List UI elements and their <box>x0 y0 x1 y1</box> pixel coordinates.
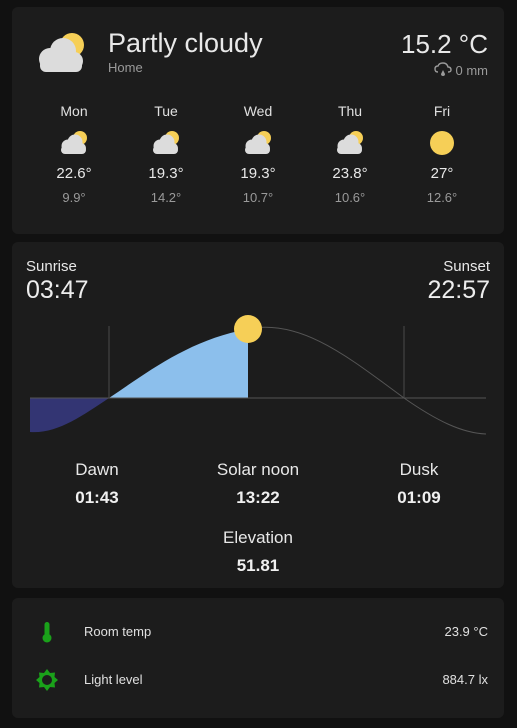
sun-card[interactable]: Sunrise 03:47 Sunset 22:57 Dawn 01:43 So… <box>12 242 504 588</box>
forecast-day: Tue 19.3° 14.2° <box>136 103 196 205</box>
weather-location: Home <box>108 60 143 75</box>
forecast-day: Wed 19.3° 10.7° <box>228 103 288 205</box>
night-area <box>30 398 109 433</box>
dawn-label: Dawn <box>75 460 119 479</box>
forecast-low: 9.9° <box>62 190 86 205</box>
sun-position-icon <box>234 315 262 343</box>
forecast-high: 23.8° <box>332 165 368 182</box>
sun-elevation-graph <box>30 315 487 435</box>
sunset-label: Sunset <box>443 258 490 275</box>
forecast-day-name: Thu <box>337 103 363 119</box>
elevation-value: 51.81 <box>236 556 280 575</box>
partly-cloudy-icon <box>337 131 363 154</box>
forecast-day-name: Fri <box>433 103 451 119</box>
forecast-day-name: Tue <box>154 103 178 119</box>
forecast: Mon 22.6° 9.9° Tue 19.3° 14.2° Wed 19.3° <box>28 103 488 223</box>
thermometer-icon <box>42 622 52 643</box>
current-temperature: 15.2 °C <box>400 29 488 59</box>
dawn-time: 01:43 <box>75 488 119 507</box>
weather-condition: Partly cloudy <box>108 28 263 58</box>
entity-row-room-temp[interactable]: Room temp 23.9 °C <box>12 618 504 648</box>
rain-cloud-icon <box>433 62 452 76</box>
sun-curve <box>247 326 487 435</box>
sunny-icon <box>430 131 454 155</box>
forecast-day: Fri 27° 12.6° <box>412 103 472 205</box>
entity-row-light-level[interactable]: Light level 884.7 lx <box>12 666 504 696</box>
forecast-high: 19.3° <box>148 165 184 182</box>
sunrise-time: 03:47 <box>26 276 89 304</box>
forecast-low: 12.6° <box>426 190 458 205</box>
precipitation-value: 0 mm <box>455 62 489 78</box>
solar-noon-time: 13:22 <box>236 488 280 507</box>
dusk-time: 01:09 <box>397 488 441 507</box>
dawn-stat: Dawn 01:43 <box>32 460 162 508</box>
entity-name: Light level <box>84 672 143 687</box>
forecast-high: 27° <box>430 165 454 182</box>
forecast-high: 22.6° <box>56 165 92 182</box>
forecast-low: 14.2° <box>150 190 182 205</box>
weather-card[interactable]: Partly cloudy Home 15.2 °C 0 mm Mon 22.6… <box>12 7 504 234</box>
forecast-low: 10.7° <box>242 190 274 205</box>
dusk-label: Dusk <box>399 460 439 479</box>
entities-card: Room temp 23.9 °C Light level 884.7 lx <box>12 598 504 718</box>
forecast-low: 10.6° <box>334 190 366 205</box>
brightness-icon <box>36 669 58 691</box>
dusk-stat: Dusk 01:09 <box>354 460 484 508</box>
precipitation: 0 mm <box>433 62 489 78</box>
forecast-day-name: Wed <box>243 103 273 119</box>
sunset-time: 22:57 <box>427 276 490 304</box>
forecast-day-name: Mon <box>60 103 88 119</box>
forecast-high: 19.3° <box>240 165 276 182</box>
partly-cloudy-icon <box>245 131 271 154</box>
entity-value: 884.7 lx <box>442 672 488 687</box>
elevation-stat: Elevation 51.81 <box>193 528 323 576</box>
partly-cloudy-icon <box>39 33 84 72</box>
day-area <box>109 329 248 398</box>
forecast-day: Thu 23.8° 10.6° <box>320 103 380 205</box>
partly-cloudy-icon <box>153 131 179 154</box>
forecast-day: Mon 22.6° 9.9° <box>44 103 104 205</box>
solar-noon-stat: Solar noon 13:22 <box>193 460 323 508</box>
entity-value: 23.9 °C <box>444 624 488 639</box>
sunrise-label: Sunrise <box>26 258 77 275</box>
solar-noon-label: Solar noon <box>216 460 300 479</box>
partly-cloudy-icon <box>61 131 87 154</box>
elevation-label: Elevation <box>223 528 293 547</box>
entity-name: Room temp <box>84 624 152 639</box>
